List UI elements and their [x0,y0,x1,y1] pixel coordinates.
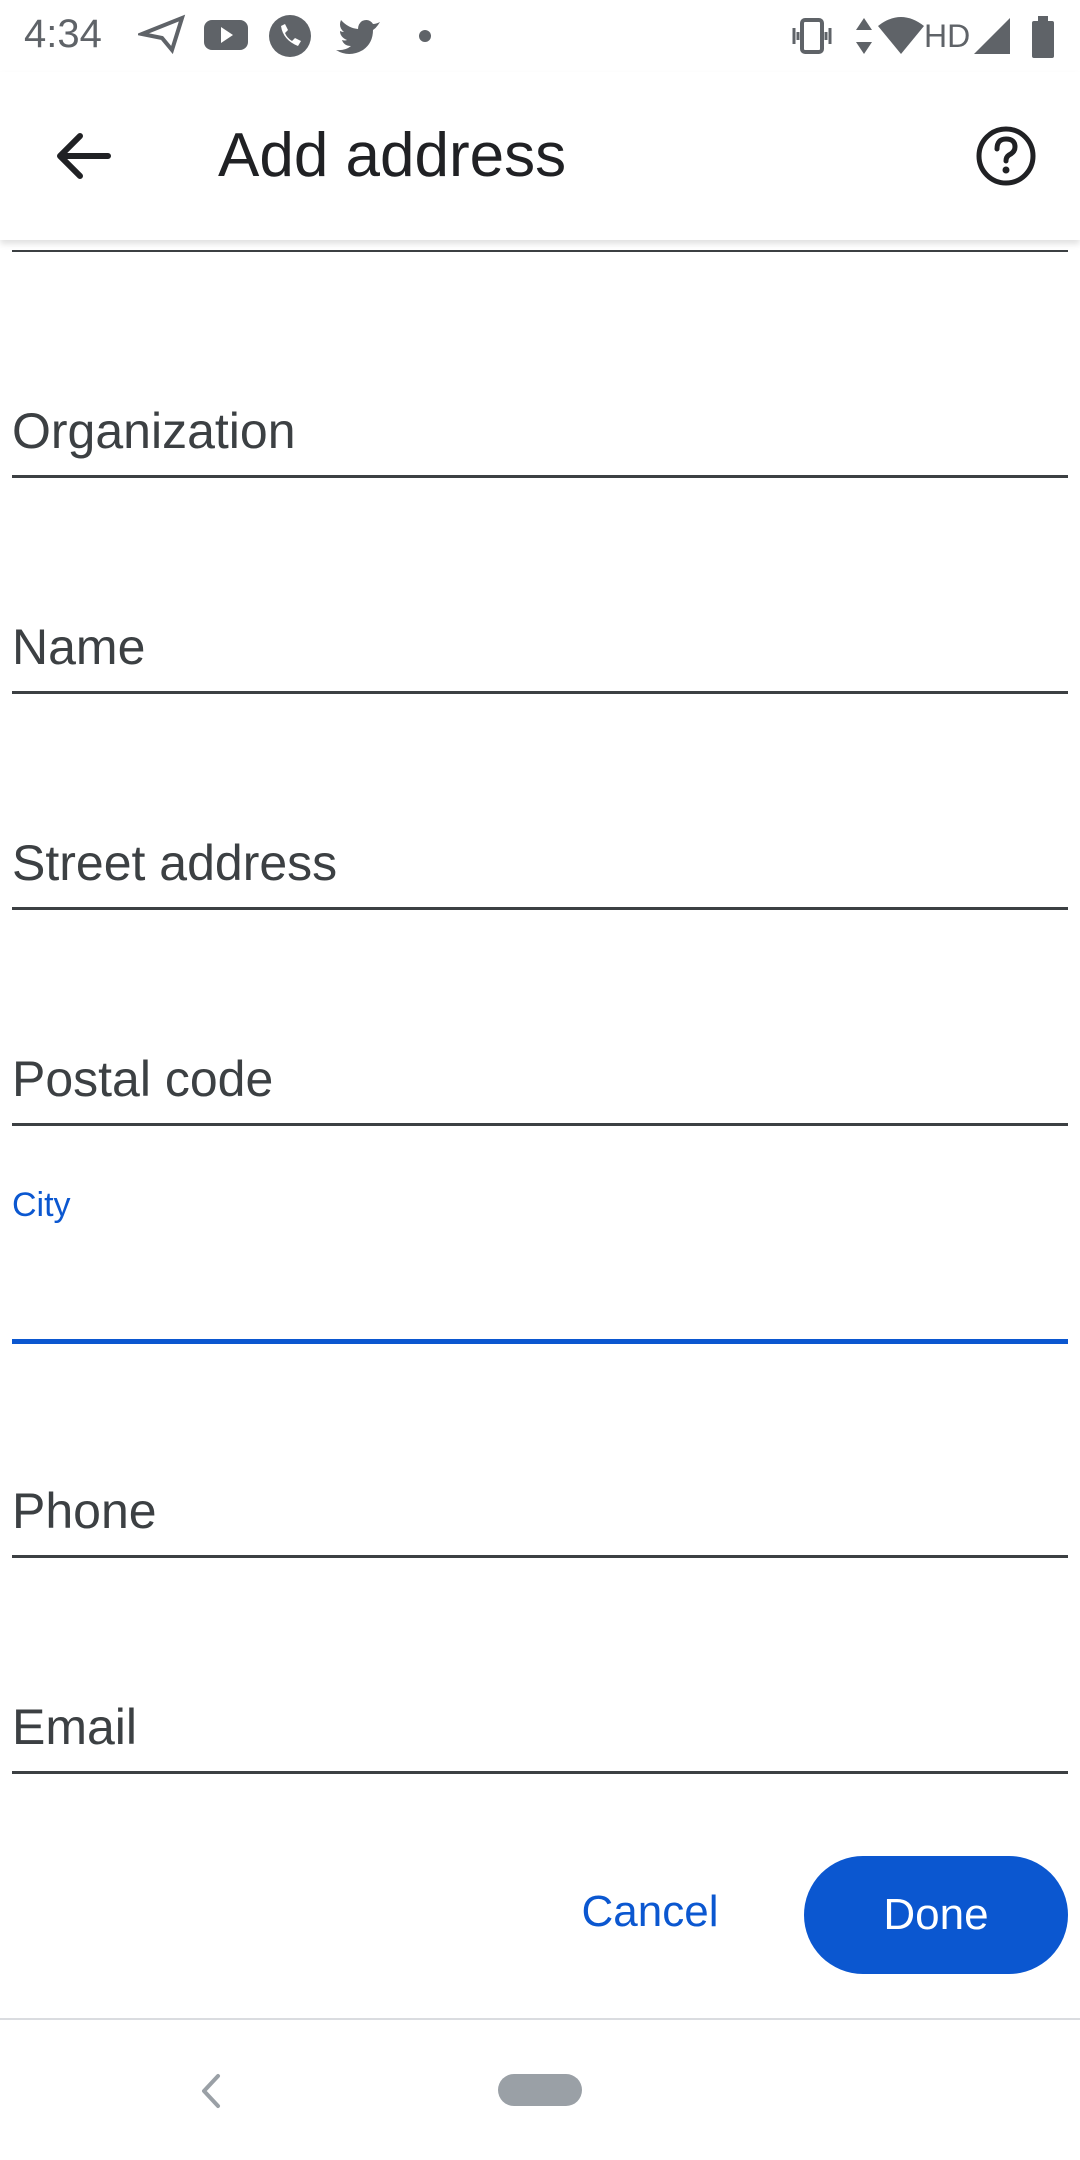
email-underline [12,1771,1068,1774]
status-time: 4:34 [24,12,102,56]
name-label: Name [12,619,146,675]
organization-field[interactable]: Organization [12,378,1068,478]
phone-label: Phone [12,1483,157,1539]
battery-icon [1032,16,1054,58]
nav-home-pill[interactable] [498,2074,582,2106]
organization-underline [12,475,1068,478]
email-field[interactable]: Email [12,1674,1068,1774]
city-label: City [12,1186,71,1224]
street-address-underline [12,907,1068,910]
arrow-back-icon[interactable] [48,120,120,192]
wifi-icon [878,17,924,54]
city-field[interactable]: City [12,1186,1068,1344]
phone-underline [12,1555,1068,1558]
status-bar: 4:34 HD [0,0,1080,72]
vibrate-icon [792,18,832,54]
nav-divider [0,2018,1080,2020]
send-icon [138,14,186,54]
email-label: Email [12,1699,138,1755]
city-underline [12,1339,1068,1344]
network-type: HD [924,18,971,54]
street-address-field[interactable]: Street address [12,810,1068,910]
cancel-button[interactable]: Cancel [560,1856,740,1968]
organization-label: Organization [12,403,296,459]
help-circle-icon[interactable] [970,120,1042,192]
data-arrows-icon [856,18,872,54]
done-button[interactable]: Done [804,1856,1068,1974]
page-title: Add address [218,121,567,190]
phone-icon [269,15,311,57]
name-field[interactable]: Name [12,594,1068,694]
postal-code-underline [12,1123,1068,1126]
dot-icon [419,30,431,42]
signal-icon [974,18,1010,54]
name-underline [12,691,1068,694]
section-divider [12,250,1068,252]
postal-code-field[interactable]: Postal code [12,1026,1068,1126]
twitter-icon [336,20,380,54]
postal-code-label: Postal code [12,1051,274,1107]
app-bar: Add address [0,72,1080,240]
street-address-label: Street address [12,835,338,891]
phone-field[interactable]: Phone [12,1458,1068,1558]
nav-back-icon[interactable] [190,2066,230,2116]
youtube-icon [204,20,248,50]
